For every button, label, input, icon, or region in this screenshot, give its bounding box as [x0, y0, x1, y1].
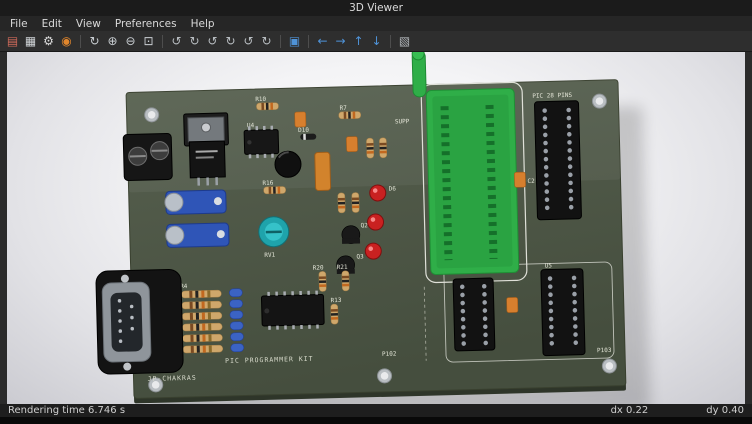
- ic-dip14: [261, 292, 324, 328]
- resistor: [379, 138, 387, 158]
- ceramic-cap: [507, 297, 518, 312]
- toolbar-separator: [280, 35, 281, 48]
- titlebar[interactable]: 3D Viewer: [0, 0, 752, 16]
- resistor-r10: [256, 103, 278, 111]
- silkscreen-r13: R13: [330, 297, 341, 304]
- pcb-board: U4 R10 R7 D10: [90, 52, 626, 404]
- mounting-hole: [377, 369, 391, 383]
- mounting-hole: [602, 359, 616, 373]
- led-red: [367, 214, 383, 230]
- silkscreen-r7: R7: [339, 105, 347, 112]
- export-image-icon[interactable]: ▤: [4, 33, 21, 49]
- resistor-r16: [264, 186, 286, 194]
- silkscreen-u5: U5: [545, 262, 553, 269]
- film-cap: [315, 152, 331, 190]
- rotate-z-cw-icon[interactable]: ↻: [258, 33, 275, 49]
- window-title: 3D Viewer: [349, 2, 403, 14]
- ortho-view-icon[interactable]: ▧: [396, 33, 413, 49]
- toolbar-separator: [390, 35, 391, 48]
- silkscreen-r16: R16: [262, 180, 273, 187]
- dip-socket-u5: [541, 269, 585, 356]
- silkscreen-r20: R20: [313, 264, 324, 271]
- rendering-time: Rendering time 6.746 s: [8, 405, 125, 416]
- db9-connector: [96, 269, 184, 374]
- rotate-y-ccw-icon[interactable]: ↺: [204, 33, 221, 49]
- render-options-icon[interactable]: ⚙: [40, 33, 57, 49]
- rotate-x-ccw-icon[interactable]: ↺: [168, 33, 185, 49]
- status-dy: dy 0.40: [706, 405, 744, 416]
- rotate-z-ccw-icon[interactable]: ↺: [240, 33, 257, 49]
- toolbar-separator: [80, 35, 81, 48]
- ceramic-cap: [295, 112, 306, 127]
- silkscreen-r21: R21: [337, 264, 348, 271]
- 3d-viewer-window: 3D Viewer File Edit View Preferences Hel…: [0, 0, 752, 424]
- menu-help[interactable]: Help: [184, 18, 222, 30]
- trimmer-rv1: [258, 216, 289, 247]
- resistor-r21: [342, 271, 350, 291]
- statusbar: Rendering time 6.746 s dx 0.22 dy 0.40: [0, 404, 752, 417]
- flip-view-icon[interactable]: ▣: [286, 33, 303, 49]
- toolbar-separator: [308, 35, 309, 48]
- trimmer-pot-blue: [166, 223, 230, 248]
- diode-d10: [300, 134, 316, 140]
- resistor: [352, 192, 360, 212]
- move-right-icon[interactable]: →: [332, 33, 349, 49]
- screw-terminal: [123, 133, 172, 180]
- dip-socket-28: [534, 101, 581, 220]
- silkscreen-supply: SUPP: [395, 118, 410, 125]
- 3d-viewport[interactable]: U4 R10 R7 D10: [7, 52, 745, 404]
- voltage-regulator: [184, 113, 230, 186]
- silkscreen-q2: Q2: [361, 222, 369, 229]
- pcb-3d-render: U4 R10 R7 D10: [7, 52, 745, 404]
- silkscreen-d6: D6: [389, 185, 397, 192]
- move-up-icon[interactable]: ↑: [350, 33, 367, 49]
- resistor: [366, 138, 374, 158]
- rotate-y-cw-icon[interactable]: ↻: [222, 33, 239, 49]
- resistor: [338, 193, 346, 213]
- led-red: [370, 185, 386, 201]
- move-down-icon[interactable]: ↓: [368, 33, 385, 49]
- redraw-icon[interactable]: ↻: [86, 33, 103, 49]
- silkscreen-r10: R10: [255, 96, 266, 103]
- silkscreen-p102: P102: [382, 351, 397, 358]
- toolbar: ▤ ▦ ⚙ ◉ ↻ ⊕ ⊖ ⊡ ↺ ↻ ↺ ↻ ↺ ↻ ▣ ← → ↑ ↓ ▧: [0, 31, 752, 52]
- zoom-out-icon[interactable]: ⊖: [122, 33, 139, 49]
- resistor-r13: [331, 304, 339, 324]
- silkscreen-d10: D10: [298, 127, 309, 134]
- raytracing-icon[interactable]: ◉: [58, 33, 75, 49]
- resistor-r20: [319, 271, 327, 291]
- ceramic-cap: [346, 136, 357, 151]
- status-dx: dx 0.22: [611, 405, 649, 416]
- led-red: [365, 243, 381, 259]
- dip-socket-mid: [453, 278, 495, 351]
- silkscreen-brand: JP-CHAKRAS: [147, 374, 196, 383]
- silkscreen-q3: Q3: [356, 253, 364, 260]
- toolbar-separator: [162, 35, 163, 48]
- zoom-fit-icon[interactable]: ⊡: [140, 33, 157, 49]
- resistor-r7: [339, 111, 361, 119]
- copy-image-icon[interactable]: ▦: [22, 33, 39, 49]
- rotate-x-cw-icon[interactable]: ↻: [186, 33, 203, 49]
- capacitor-c2: [514, 172, 525, 187]
- menu-preferences[interactable]: Preferences: [108, 18, 184, 30]
- mounting-hole: [144, 108, 158, 122]
- silkscreen-p103: P103: [597, 347, 612, 354]
- silkscreen-c2: C2: [527, 178, 535, 185]
- menu-view[interactable]: View: [69, 18, 108, 30]
- zoom-in-icon[interactable]: ⊕: [104, 33, 121, 49]
- electrolytic-cap: [275, 151, 302, 178]
- silkscreen-pic28: PIC 28 PINS: [532, 92, 572, 100]
- menubar: File Edit View Preferences Help: [0, 16, 752, 31]
- menu-file[interactable]: File: [3, 18, 35, 30]
- silkscreen-rv1: RV1: [264, 252, 275, 259]
- trimmer-pot-blue: [165, 190, 227, 215]
- move-left-icon[interactable]: ←: [314, 33, 331, 49]
- mounting-hole: [592, 94, 606, 108]
- transistor-q2: [342, 225, 360, 243]
- menu-edit[interactable]: Edit: [35, 18, 69, 30]
